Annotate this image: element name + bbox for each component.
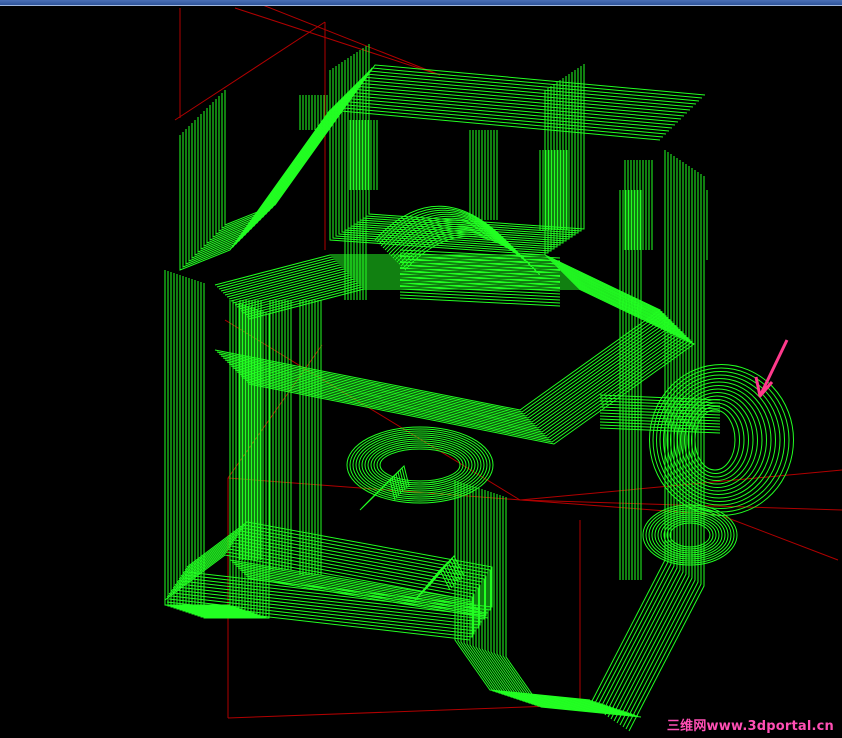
lower-cylinder-ring: [651, 510, 729, 560]
shaft-ring: [367, 440, 473, 490]
shaft-ring: [373, 444, 467, 486]
shaft-ring: [376, 446, 464, 484]
shaft-ring: [379, 448, 461, 482]
center-column-outline: [472, 486, 609, 707]
center-column-outline: [460, 482, 597, 703]
deck-outline: [226, 266, 673, 423]
shell-outline: [200, 88, 682, 250]
center-column-outline: [499, 495, 636, 716]
shaft-ring: [370, 442, 470, 488]
section-line: [719, 514, 839, 561]
center-column-outline: [493, 493, 630, 714]
deck-outline: [248, 288, 695, 445]
shell-outline: [224, 64, 706, 226]
lower-cylinder-ring: [663, 518, 717, 552]
section-line: [227, 477, 721, 516]
watermark-text: 三维网www.3dportal.cn: [666, 719, 834, 734]
center-column-outline: [475, 487, 612, 708]
section-line: [227, 704, 581, 719]
wireframe-scene: [164, 6, 842, 732]
3d-viewport[interactable]: [0, 6, 842, 738]
center-column-outline: [481, 489, 618, 710]
section-line: [519, 499, 842, 511]
deck-outline: [240, 280, 687, 437]
shell-outline: [221, 67, 703, 229]
pointer-arrow-icon: [754, 339, 789, 398]
center-column-outline: [454, 480, 591, 701]
deck-outline: [236, 276, 683, 433]
cylinder-ring: [691, 406, 740, 474]
shell-outline: [203, 85, 685, 247]
wireframe-model: [164, 44, 794, 732]
center-column-outline: [478, 488, 615, 709]
center-column-outline: [496, 494, 633, 715]
shell-outline: [218, 70, 700, 232]
center-column-outline: [490, 492, 627, 713]
section-line: [234, 7, 441, 76]
center-column-outline: [466, 484, 603, 705]
lower-cylinder-ring: [642, 504, 738, 566]
center-column-outline: [487, 491, 624, 712]
deck-outline: [246, 286, 693, 443]
deck-outline: [242, 282, 689, 439]
deck-outline: [228, 268, 675, 425]
center-column-outline: [484, 490, 621, 711]
